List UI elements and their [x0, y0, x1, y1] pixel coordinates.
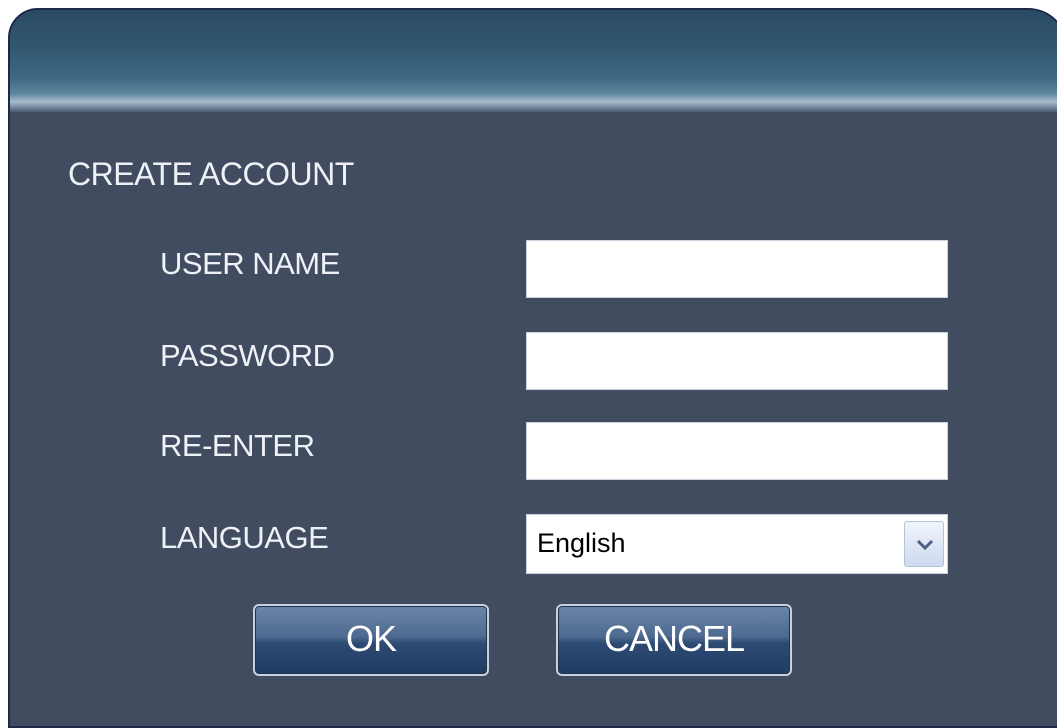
section-title: CREATE ACCOUNT — [68, 156, 354, 192]
create-account-dialog: CREATE ACCOUNT USER NAME PASSWORD RE-ENT… — [8, 8, 1057, 728]
cancel-button[interactable]: CANCEL — [556, 604, 792, 676]
password-input[interactable] — [526, 332, 948, 390]
dialog-titlebar[interactable] — [10, 10, 1057, 112]
username-label: USER NAME — [160, 246, 340, 281]
language-select-value: English — [537, 528, 626, 558]
reenter-password-input[interactable] — [526, 422, 948, 480]
language-select[interactable]: English — [526, 514, 948, 574]
ok-button[interactable]: OK — [253, 604, 489, 676]
reenter-label: RE-ENTER — [160, 428, 315, 463]
chevron-down-icon — [916, 539, 934, 551]
username-input[interactable] — [526, 240, 948, 298]
language-label: LANGUAGE — [160, 520, 329, 555]
password-label: PASSWORD — [160, 338, 335, 373]
language-dropdown-button[interactable] — [904, 521, 944, 567]
